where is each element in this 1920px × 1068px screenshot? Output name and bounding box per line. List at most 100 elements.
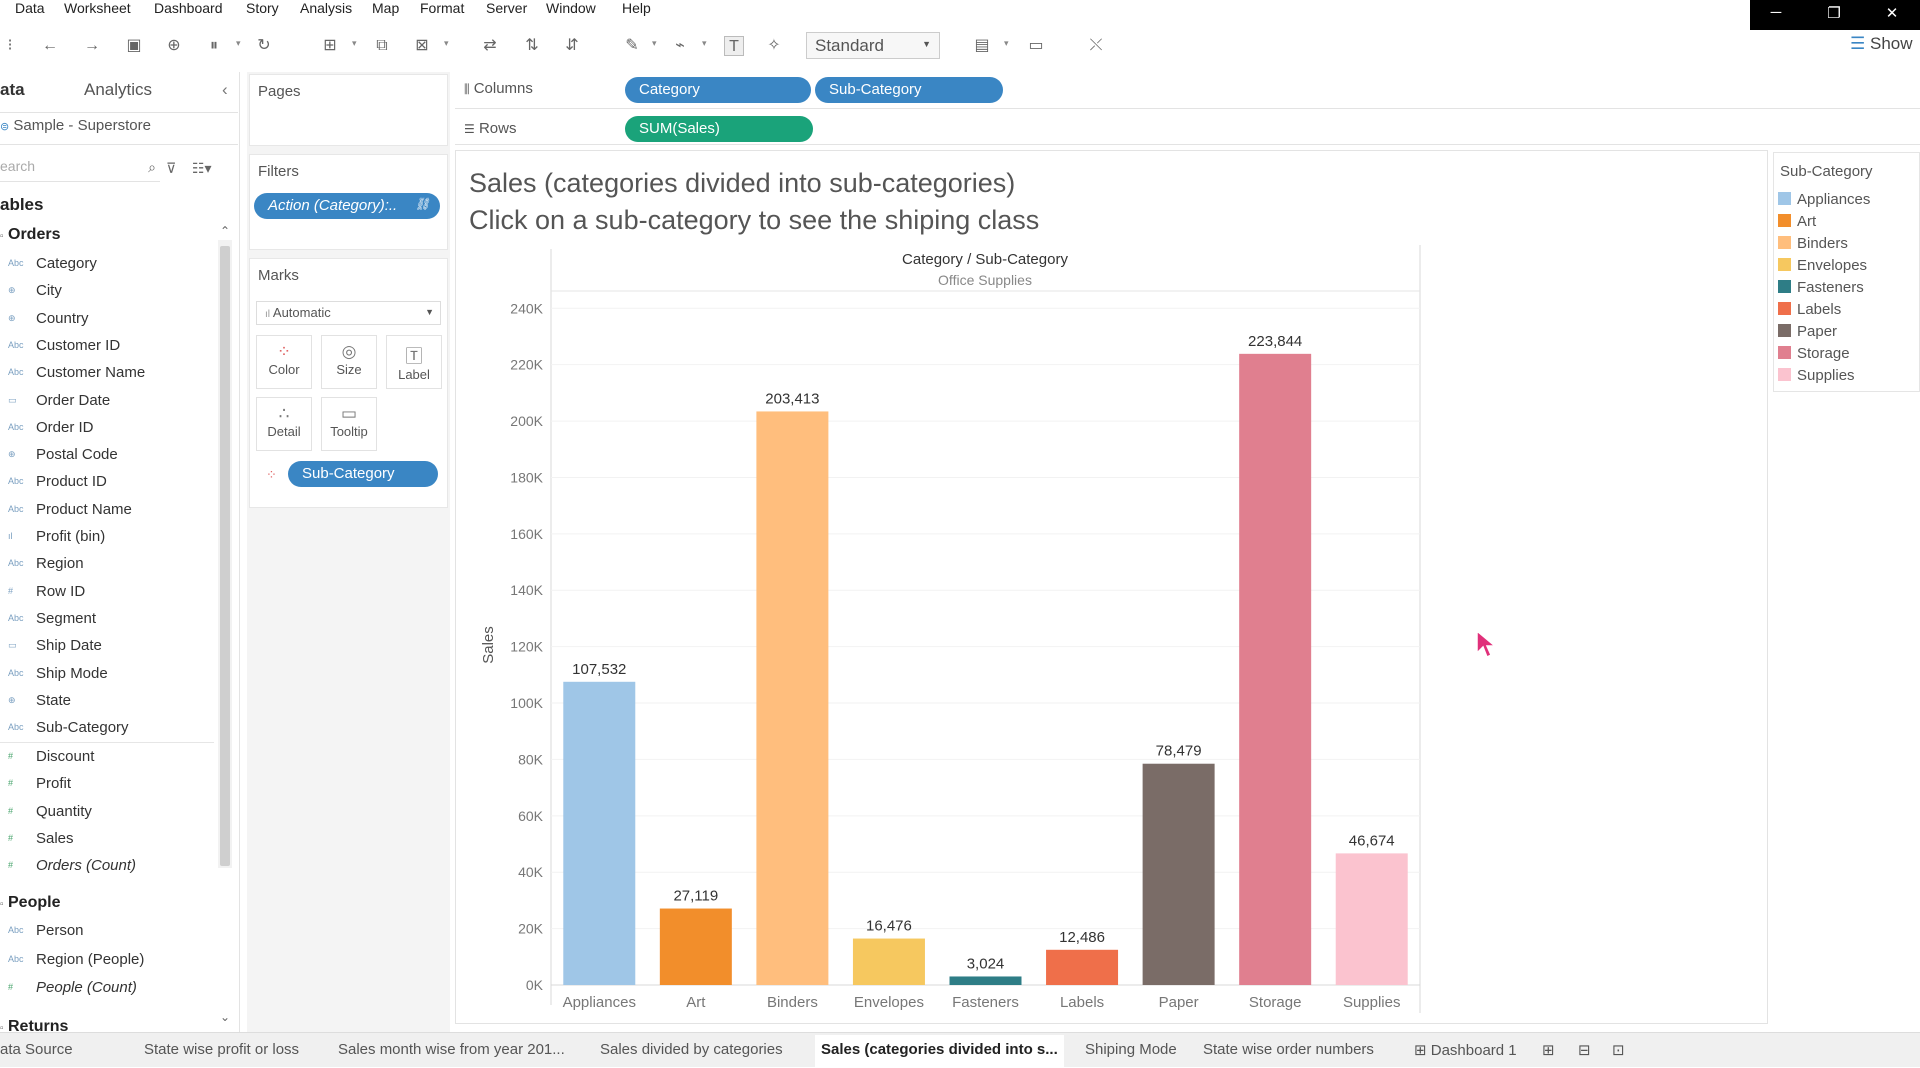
- close-icon[interactable]: ✕: [1872, 4, 1912, 22]
- marks-subcategory-pill[interactable]: Sub-Category: [288, 461, 438, 487]
- legend-item[interactable]: Binders: [1778, 235, 1848, 255]
- view-options-icon[interactable]: ☷▾: [192, 160, 212, 177]
- legend-item[interactable]: Envelopes: [1778, 257, 1867, 277]
- save-icon[interactable]: ▣: [124, 36, 144, 56]
- filter-pill[interactable]: Action (Category):.. ⛓: [254, 193, 440, 219]
- tab-analytics[interactable]: Analytics: [84, 80, 152, 100]
- scrollbar-thumb[interactable]: [220, 246, 230, 866]
- bar-paper[interactable]: [1142, 763, 1215, 985]
- menu-window[interactable]: Window: [546, 0, 596, 16]
- menu-help[interactable]: Help: [622, 0, 651, 16]
- bar-storage[interactable]: [1239, 353, 1312, 985]
- columns-pill-category[interactable]: Category: [625, 77, 811, 103]
- size-button[interactable]: ◎ Size: [321, 335, 377, 389]
- clear-sheet-icon[interactable]: ⊠: [412, 36, 432, 56]
- color-legend[interactable]: Sub-Category Appliances Art Binders Envelop…: [1773, 152, 1920, 392]
- search-input[interactable]: earch ⌕: [0, 158, 160, 182]
- table-orders[interactable]: ▫ Orders: [0, 226, 60, 244]
- show-me-button[interactable]: ☰ Show: [1850, 32, 1920, 58]
- tab-sales-categories-active[interactable]: Sales (categories divided into s...: [815, 1035, 1064, 1068]
- size-icon: ◎: [341, 342, 357, 361]
- scroll-up-icon[interactable]: ⌃: [220, 224, 230, 238]
- pin-icon[interactable]: ✧: [764, 36, 784, 56]
- sort-ascending-icon[interactable]: ⇅: [522, 36, 542, 56]
- new-worksheet-tab-icon[interactable]: ⊞: [1542, 1041, 1555, 1059]
- new-worksheet-icon[interactable]: ⊞: [320, 36, 340, 56]
- pages-card[interactable]: Pages: [249, 74, 448, 146]
- cards-icon[interactable]: ▤: [972, 36, 992, 56]
- presentation-icon[interactable]: ▭: [1026, 36, 1046, 56]
- legend-item[interactable]: Fasteners: [1778, 279, 1864, 299]
- new-story-tab-icon[interactable]: ⊡: [1612, 1041, 1625, 1059]
- tab-dashboard-1-label: Dashboard 1: [1430, 1042, 1517, 1059]
- show-mark-labels-icon[interactable]: T: [724, 36, 744, 56]
- tooltip-button[interactable]: ▭ Tooltip: [321, 397, 377, 451]
- share-icon[interactable]: ⤬: [1086, 36, 1106, 56]
- legend-item[interactable]: Appliances: [1778, 191, 1870, 211]
- redo-icon[interactable]: →: [82, 36, 102, 56]
- tab-state-wise-order-numbers[interactable]: State wise order numbers: [1203, 1041, 1374, 1058]
- detail-button[interactable]: ∴ Detail: [256, 397, 312, 451]
- bar-fasteners[interactable]: [949, 976, 1022, 985]
- menu-server[interactable]: Server: [486, 0, 527, 16]
- color-button[interactable]: ⁘ Color: [256, 335, 312, 389]
- sort-descending-icon[interactable]: ⇵: [562, 36, 582, 56]
- bar-binders[interactable]: [756, 411, 829, 985]
- legend-item[interactable]: Paper: [1778, 323, 1837, 343]
- bar-chart[interactable]: Category / Sub-Category Office Supplies …: [455, 245, 1455, 1025]
- bar-supplies[interactable]: [1335, 853, 1408, 985]
- undo-icon[interactable]: ←: [40, 36, 60, 56]
- highlight-icon[interactable]: ✎: [622, 36, 642, 56]
- filters-card[interactable]: Filters Action (Category):.. ⛓: [249, 154, 448, 250]
- rows-pill-sum-sales[interactable]: SUM(Sales): [625, 116, 813, 142]
- menu-dots-icon[interactable]: ⁝: [0, 36, 20, 56]
- tab-data[interactable]: ata: [0, 80, 25, 100]
- restore-icon[interactable]: ❐: [1814, 4, 1854, 22]
- legend-item[interactable]: Art: [1778, 213, 1816, 233]
- tab-state-wise-profit[interactable]: State wise profit or loss: [144, 1041, 299, 1058]
- attach-icon[interactable]: ⌁: [670, 36, 690, 56]
- menu-analysis[interactable]: Analysis: [300, 0, 352, 16]
- new-dashboard-tab-icon[interactable]: ⊟: [1578, 1041, 1591, 1059]
- chevron-down-icon: ▼: [922, 39, 931, 49]
- duplicate-icon[interactable]: ⧉: [372, 36, 392, 56]
- scroll-down-icon[interactable]: ⌄: [220, 1010, 230, 1024]
- tab-data-source[interactable]: ata Source: [0, 1041, 73, 1058]
- columns-pill-subcategory[interactable]: Sub-Category: [815, 77, 1003, 103]
- marks-card[interactable]: Marks ıl Automatic ▼ ⁘ Color ◎ Size 🅃 Label…: [249, 258, 448, 508]
- pause-updates-icon[interactable]: ⏸: [204, 36, 224, 56]
- legend-item[interactable]: Labels: [1778, 301, 1841, 321]
- legend-item[interactable]: Storage: [1778, 345, 1850, 365]
- datasource-item[interactable]: ⊜ Sample - Superstore: [0, 117, 151, 134]
- table-people[interactable]: ▫ People: [0, 894, 60, 912]
- legend-item[interactable]: Supplies: [1778, 367, 1855, 387]
- bar-envelopes[interactable]: [852, 938, 925, 985]
- bar-appliances[interactable]: [563, 681, 636, 985]
- divider: [0, 144, 238, 145]
- legend-label: Envelopes: [1797, 257, 1868, 274]
- menu-map[interactable]: Map: [372, 0, 399, 16]
- menu-data[interactable]: Data: [15, 0, 45, 16]
- filter-icon[interactable]: ⊽: [166, 160, 176, 177]
- refresh-icon[interactable]: ↻: [254, 36, 274, 56]
- minimize-icon[interactable]: ─: [1756, 4, 1796, 21]
- menu-worksheet[interactable]: Worksheet: [64, 0, 131, 16]
- bar-value-label: 12,486: [1059, 929, 1105, 946]
- menu-format[interactable]: Format: [420, 0, 464, 16]
- menu-story[interactable]: Story: [246, 0, 279, 16]
- bar-labels[interactable]: [1046, 949, 1119, 985]
- color-field-icon: ⁘: [266, 467, 277, 482]
- tab-shiping-mode[interactable]: Shiping Mode: [1085, 1041, 1177, 1058]
- menu-dashboard[interactable]: Dashboard: [154, 0, 223, 16]
- view-title-line2: Click on a sub-category to see the shipi…: [469, 205, 1040, 235]
- label-button[interactable]: 🅃 Label: [386, 335, 442, 389]
- collapse-pane-icon[interactable]: ‹: [222, 80, 228, 100]
- mark-type-select[interactable]: ıl Automatic ▼: [256, 301, 441, 325]
- tab-sales-divided-by-categories[interactable]: Sales divided by categories: [600, 1041, 783, 1058]
- swap-icon[interactable]: ⇄: [480, 36, 500, 56]
- bar-art[interactable]: [659, 908, 732, 985]
- fit-select[interactable]: Standard ▼: [806, 32, 940, 59]
- new-datasource-icon[interactable]: ⊕: [164, 36, 184, 56]
- tab-sales-month-wise[interactable]: Sales month wise from year 201...: [338, 1041, 565, 1058]
- tab-dashboard-1[interactable]: ⊞ Dashboard 1: [1414, 1041, 1517, 1059]
